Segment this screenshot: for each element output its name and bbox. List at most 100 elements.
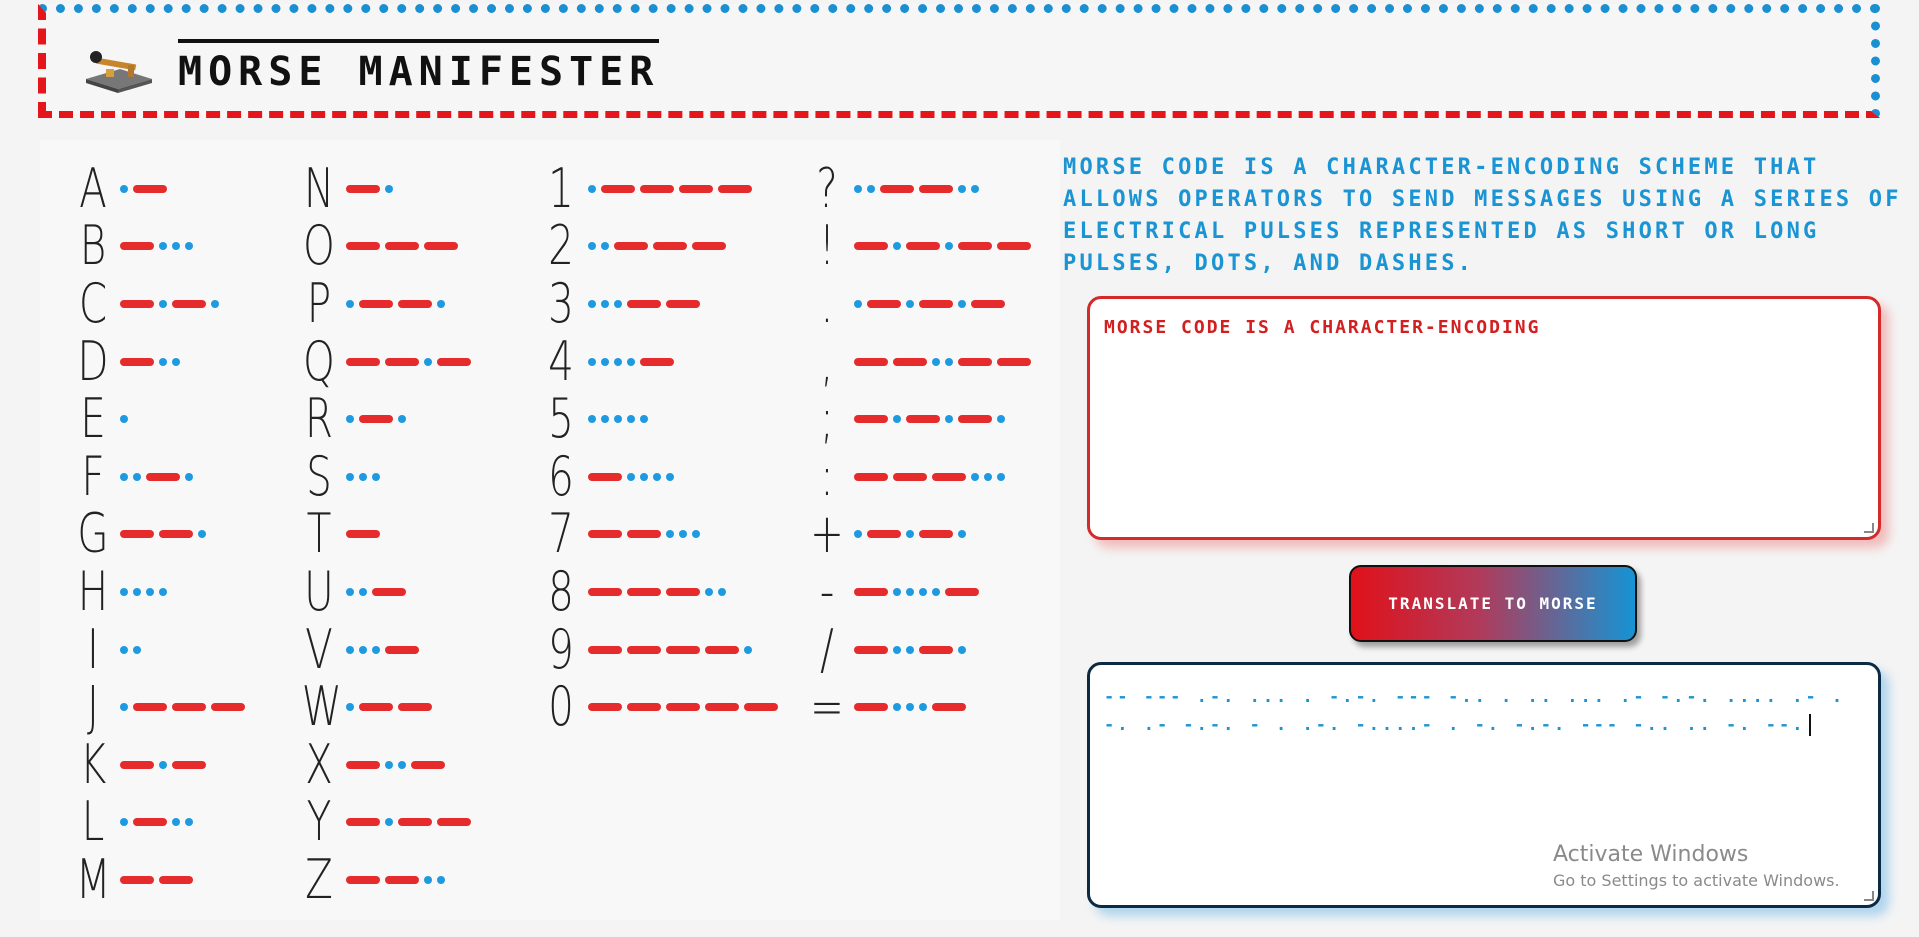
chart-character: 3 xyxy=(548,271,574,335)
morse-dot xyxy=(385,184,393,193)
morse-dot xyxy=(893,587,901,596)
morse-dot xyxy=(854,530,862,539)
chart-row: : xyxy=(804,448,1031,506)
chart-character: N xyxy=(303,156,335,220)
morse-dot xyxy=(133,472,141,481)
chart-row: C xyxy=(70,275,245,333)
chart-character: G xyxy=(77,502,109,566)
morse-dash xyxy=(159,875,193,884)
chart-row: A xyxy=(70,160,245,218)
chart-character: O xyxy=(303,214,335,278)
morse-dash xyxy=(120,760,154,769)
resize-handle-icon[interactable] xyxy=(1864,891,1874,901)
morse-dot xyxy=(601,242,609,251)
morse-dot xyxy=(185,472,193,481)
morse-dash xyxy=(133,184,167,193)
chart-code xyxy=(120,875,193,884)
morse-dot xyxy=(867,184,875,193)
text-input[interactable]: MORSE CODE IS A CHARACTER-ENCODING xyxy=(1087,296,1881,540)
chart-row: D xyxy=(70,333,245,391)
morse-dot xyxy=(159,587,167,596)
chart-row: Y xyxy=(296,794,471,852)
morse-dot xyxy=(146,587,154,596)
chart-code xyxy=(346,875,445,884)
morse-dash xyxy=(172,760,206,769)
chart-row: U xyxy=(296,563,471,621)
morse-dash xyxy=(958,415,992,424)
morse-dot xyxy=(372,645,380,654)
chart-code xyxy=(854,415,1005,424)
morse-dot xyxy=(958,299,966,308)
morse-dash xyxy=(854,415,888,424)
morse-dash xyxy=(346,760,380,769)
chart-code xyxy=(588,184,752,193)
chart-row: I xyxy=(70,621,245,679)
morse-dash xyxy=(120,299,154,308)
chart-character: Q xyxy=(303,329,335,393)
morse-dot xyxy=(172,242,180,251)
chart-character: S xyxy=(306,444,332,508)
chart-code xyxy=(588,530,700,539)
morse-dot xyxy=(906,645,914,654)
chart-column: NOPQRSTUVWXYZ xyxy=(296,160,471,909)
morse-dash xyxy=(893,472,927,481)
morse-dot xyxy=(744,645,752,654)
morse-dot xyxy=(997,472,1005,481)
chart-character: Z xyxy=(305,847,333,911)
chart-row: ; xyxy=(804,390,1031,448)
chart-row: , xyxy=(804,333,1031,391)
morse-dash xyxy=(133,703,167,712)
telegraph-key-icon xyxy=(86,51,152,93)
translate-button[interactable]: TRANSLATE TO MORSE xyxy=(1349,565,1637,642)
morse-dot xyxy=(893,645,901,654)
chart-code xyxy=(120,530,206,539)
morse-dash xyxy=(958,357,992,366)
chart-character: R xyxy=(304,387,334,451)
morse-dash xyxy=(385,645,419,654)
resize-handle-icon[interactable] xyxy=(1864,523,1874,533)
morse-dot xyxy=(854,299,862,308)
morse-dot xyxy=(385,818,393,827)
chart-code xyxy=(120,299,219,308)
morse-dash xyxy=(919,299,953,308)
chart-code xyxy=(120,472,193,481)
morse-dot xyxy=(601,299,609,308)
morse-dash xyxy=(867,530,901,539)
morse-dot xyxy=(614,357,622,366)
chart-character: 7 xyxy=(548,502,574,566)
morse-dot xyxy=(398,760,406,769)
chart-code xyxy=(120,645,141,654)
title-wrap: MORSE MANIFESTER xyxy=(178,39,660,95)
morse-dot xyxy=(159,760,167,769)
morse-dash xyxy=(411,760,445,769)
morse-dot xyxy=(385,760,393,769)
morse-dash xyxy=(359,415,393,424)
morse-dash xyxy=(640,357,674,366)
morse-dot xyxy=(588,299,596,308)
morse-dot xyxy=(679,530,687,539)
chart-code xyxy=(854,587,979,596)
morse-dot xyxy=(614,415,622,424)
chart-code xyxy=(346,184,393,193)
morse-dot xyxy=(932,587,940,596)
morse-dot xyxy=(346,587,354,596)
morse-dot xyxy=(346,472,354,481)
morse-dot xyxy=(932,357,940,366)
chart-row: T xyxy=(296,506,471,564)
chart-code xyxy=(588,242,726,251)
morse-dot xyxy=(120,703,128,712)
chart-character: / xyxy=(820,617,834,681)
chart-code xyxy=(854,184,979,193)
chart-code xyxy=(854,530,966,539)
chart-character: + xyxy=(810,502,844,566)
morse-dash xyxy=(666,587,700,596)
chart-character: W xyxy=(301,675,342,739)
chart-code xyxy=(346,299,445,308)
morse-dot xyxy=(997,415,1005,424)
morse-dash xyxy=(666,703,700,712)
morse-dot xyxy=(666,530,674,539)
morse-dot xyxy=(971,472,979,481)
chart-character: 2 xyxy=(548,214,574,278)
morse-dot xyxy=(640,472,648,481)
morse-dot xyxy=(133,587,141,596)
